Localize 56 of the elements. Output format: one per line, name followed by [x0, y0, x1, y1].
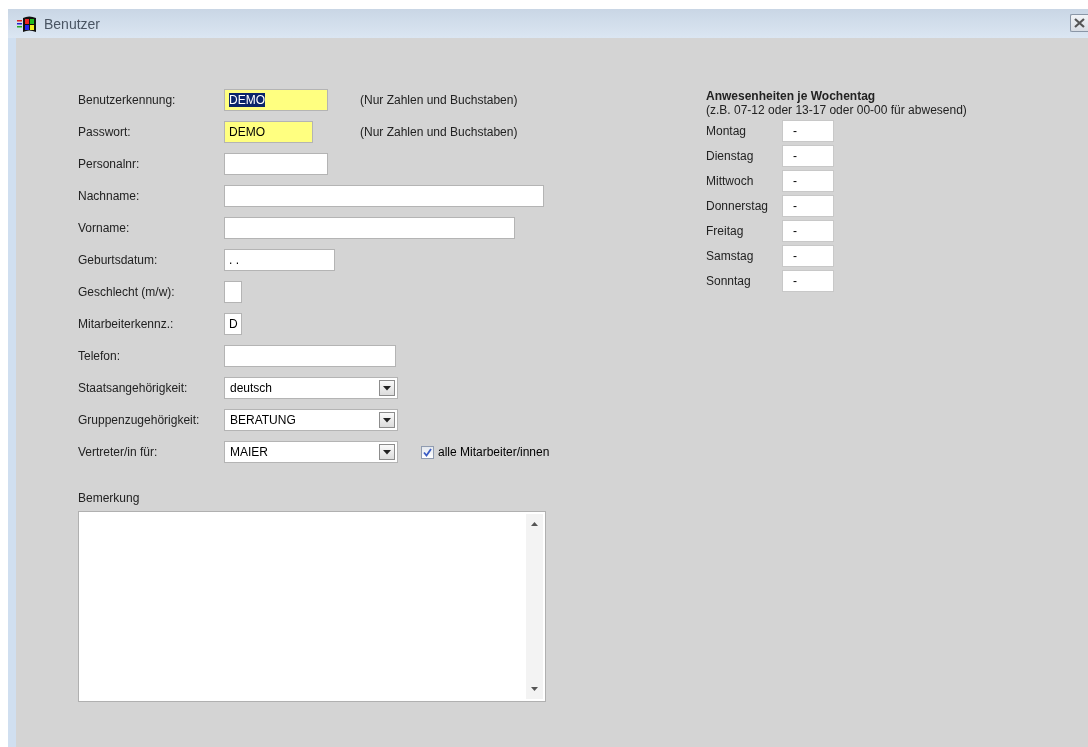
input-field[interactable]: DEMO: [224, 121, 313, 143]
field-label: Geschlecht (m/w):: [78, 285, 176, 299]
checkbox-label: alle Mitarbeiter/innen: [438, 445, 550, 459]
checkbox[interactable]: [421, 445, 434, 459]
caret-icon: [383, 385, 391, 391]
day-label: Montag: [706, 124, 748, 138]
caret-icon: [383, 449, 391, 455]
day-label: Donnerstag: [706, 199, 770, 213]
day-label: Mittwoch: [706, 174, 755, 188]
field-label: Mitarbeiterkennz.:: [78, 317, 175, 331]
input-field[interactable]: [224, 153, 328, 175]
app-icon: [17, 14, 37, 33]
input-field[interactable]: . .: [224, 249, 335, 271]
section-title: Anwesenheiten je Wochentag: [706, 89, 877, 103]
day-label: Freitag: [706, 224, 745, 238]
remark-field[interactable]: [78, 511, 546, 702]
day-label: Samstag: [706, 249, 755, 263]
scrollbar[interactable]: [526, 514, 543, 699]
day-label: Dienstag: [706, 149, 755, 163]
scroll-down-icon[interactable]: [531, 687, 538, 691]
close-icon: [1074, 17, 1085, 28]
time-field[interactable]: -: [782, 220, 834, 242]
time-field[interactable]: -: [782, 170, 834, 192]
window-title: Benutzer: [44, 15, 102, 32]
field-label: Geburtsdatum:: [78, 253, 159, 267]
field-label: Nachname:: [78, 189, 141, 203]
hint-text: (Nur Zahlen und Buchstaben): [360, 125, 519, 139]
close-button[interactable]: [1070, 13, 1088, 32]
field-label: Passwort:: [78, 125, 132, 139]
caret-icon: [383, 417, 391, 423]
time-field[interactable]: -: [782, 245, 834, 267]
input-field[interactable]: [224, 345, 396, 367]
field-label: Bemerkung: [78, 491, 141, 505]
dropdown[interactable]: BERATUNG: [224, 409, 398, 431]
input-field[interactable]: [224, 281, 242, 303]
time-field[interactable]: -: [782, 195, 834, 217]
field-label: Gruppenzugehörigkeit:: [78, 413, 201, 427]
input-field[interactable]: DEMO: [224, 89, 328, 111]
input-field[interactable]: [224, 185, 544, 207]
time-field[interactable]: -: [782, 145, 834, 167]
dropdown[interactable]: deutsch: [224, 377, 398, 399]
field-label: Vertreter/in für:: [78, 445, 159, 459]
field-label: Staatsangehörigkeit:: [78, 381, 189, 395]
time-field[interactable]: -: [782, 270, 834, 292]
hint-text: (Nur Zahlen und Buchstaben): [360, 93, 519, 107]
field-label: Telefon:: [78, 349, 122, 363]
field-label: Benutzerkennung:: [78, 93, 177, 107]
dropdown[interactable]: MAIER: [224, 441, 398, 463]
scroll-up-icon[interactable]: [531, 522, 538, 526]
input-field[interactable]: D: [224, 313, 242, 335]
time-field[interactable]: -: [782, 120, 834, 142]
field-label: Personalnr:: [78, 157, 141, 171]
input-field[interactable]: [224, 217, 515, 239]
day-label: Sonntag: [706, 274, 752, 288]
hint-text: (z.B. 07-12 oder 13-17 oder 00-00 für abwesend): [706, 103, 967, 117]
field-label: Vorname:: [78, 221, 131, 235]
